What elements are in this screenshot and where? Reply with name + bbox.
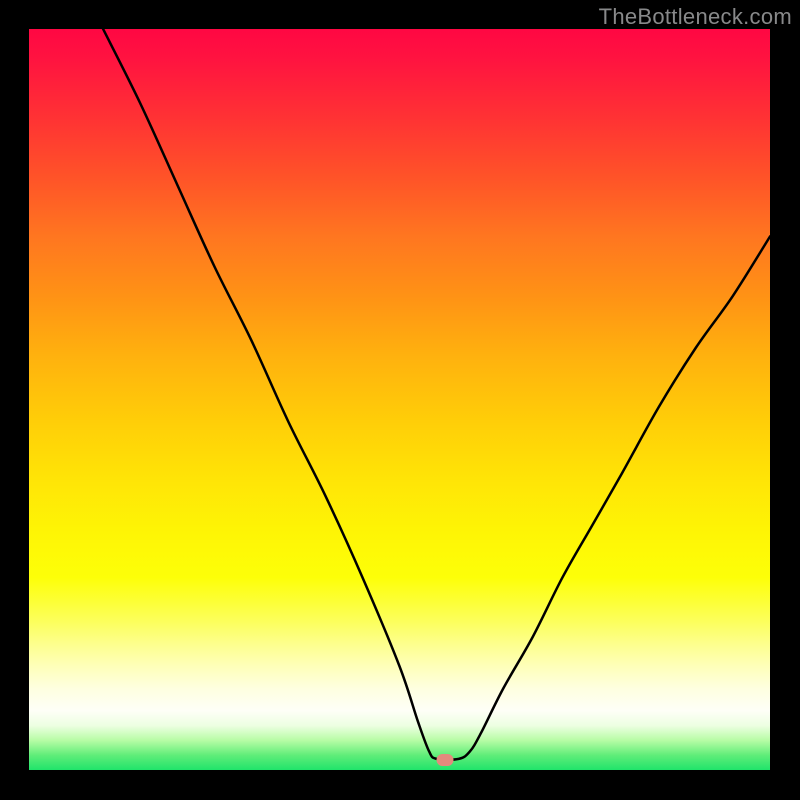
optimal-marker: [436, 754, 453, 766]
chart-stage: TheBottleneck.com: [0, 0, 800, 800]
plot-area: [29, 29, 770, 770]
watermark-text: TheBottleneck.com: [599, 4, 792, 30]
bottleneck-curve: [29, 29, 770, 770]
